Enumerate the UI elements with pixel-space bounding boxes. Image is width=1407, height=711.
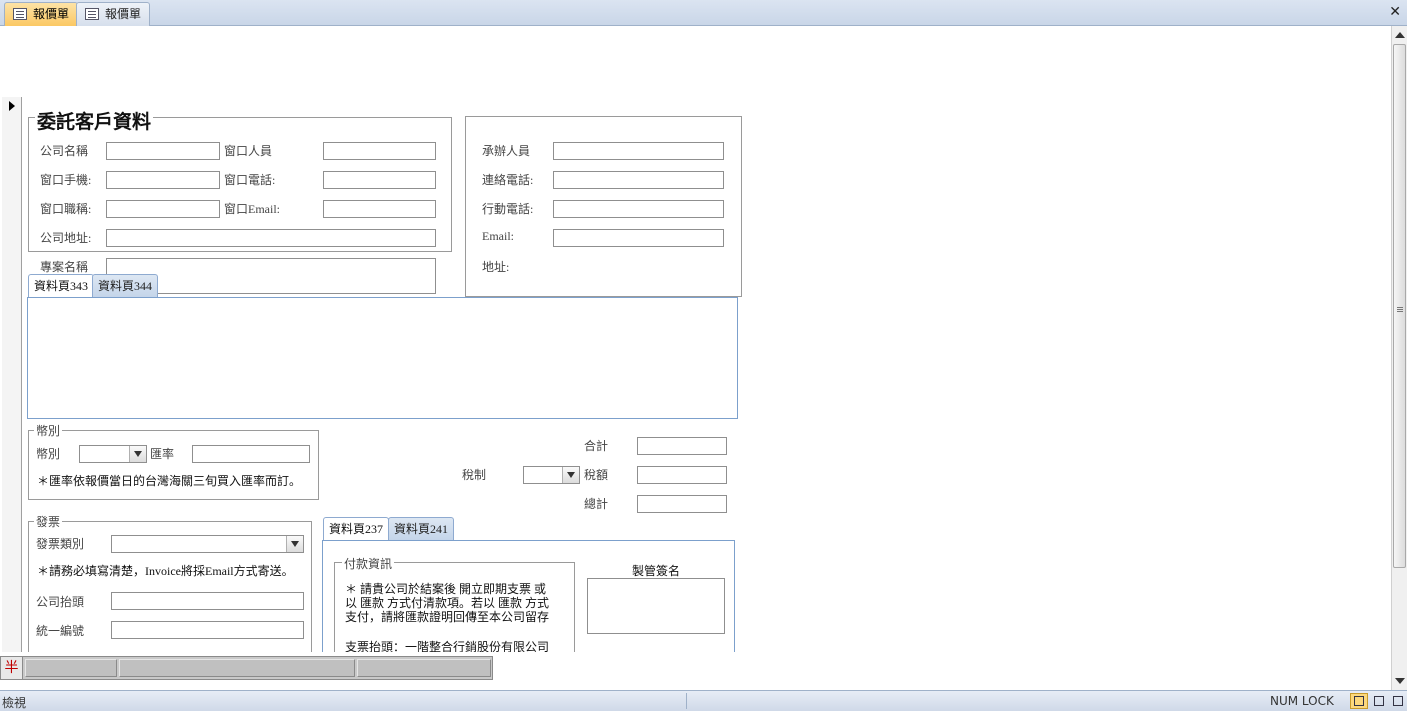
tab-page-237[interactable]: 資料頁237	[323, 517, 390, 541]
upper-tab-page	[27, 297, 738, 419]
handler-label: 承辦人員	[482, 144, 531, 158]
scroll-grip-icon	[1397, 307, 1403, 308]
handler-address-label: 地址:	[482, 260, 510, 274]
tab-page-343[interactable]: 資料頁343	[28, 274, 95, 298]
contact-person-field[interactable]	[323, 142, 436, 160]
handler-field[interactable]	[553, 142, 724, 160]
record-navigation-bar: 半	[0, 656, 493, 680]
contact-person-label: 窗口人員	[224, 144, 273, 158]
handler-phone-field[interactable]	[553, 171, 724, 189]
handler-mobile-label: 行動電話:	[482, 202, 534, 216]
signature-label: 製管簽名	[632, 564, 681, 578]
record-nav-segment[interactable]	[25, 659, 117, 677]
contact-phone-field[interactable]	[323, 171, 436, 189]
total-label: 總計	[584, 497, 609, 511]
subtotal-label: 合計	[584, 439, 609, 453]
vertical-scrollbar[interactable]	[1391, 26, 1407, 690]
form-icon	[13, 8, 27, 20]
invoice-note: ＊請務必填寫清楚，Invoice將採Email方式寄送。	[37, 564, 294, 578]
company-name-label: 公司名稱	[40, 144, 89, 158]
contact-email-field[interactable]	[323, 200, 436, 218]
tab-page-344[interactable]: 資料頁344	[92, 274, 159, 298]
company-address-label: 公司地址:	[40, 231, 92, 245]
company-name-field[interactable]	[106, 142, 220, 160]
currency-label: 幣別	[36, 447, 61, 461]
company-address-field[interactable]	[106, 229, 436, 247]
form-view-icon[interactable]	[1350, 693, 1368, 709]
invoice-header-label: 公司抬頭	[36, 595, 85, 609]
scroll-up-icon[interactable]	[1395, 32, 1405, 38]
layout-view-icon[interactable]	[1370, 693, 1388, 709]
contact-mobile-label: 窗口手機:	[40, 173, 92, 187]
subtotal-field[interactable]	[637, 437, 727, 455]
handler-email-label: Email:	[482, 229, 514, 243]
payment-note-line-1: ＊ 請貴公司於結案後 開立即期支票 或	[345, 582, 547, 596]
status-divider	[686, 693, 687, 709]
tax-label: 稅額	[584, 468, 609, 482]
status-bar: 檢視 NUM LOCK	[0, 690, 1407, 711]
tax-id-field[interactable]	[111, 621, 304, 639]
num-lock-indicator: NUM LOCK	[1270, 694, 1334, 708]
dropdown-arrow-icon[interactable]	[286, 536, 303, 552]
project-name-label: 專案名稱	[40, 260, 89, 274]
payment-note-line-2: 以 匯款 方式付清款項。若以 匯款 方式	[345, 596, 550, 610]
client-info-title: 委託客戶資料	[35, 107, 154, 134]
exchange-rate-label: 匯率	[150, 447, 175, 461]
view-mode-text: 檢視	[2, 696, 27, 710]
document-tab-quote-1[interactable]: 報價單	[4, 2, 79, 26]
document-tab-label: 報價單	[33, 7, 70, 21]
document-tab-quote-2[interactable]: 報價單	[76, 2, 151, 26]
contact-mobile-field[interactable]	[106, 171, 220, 189]
form-icon	[85, 8, 99, 20]
handler-mobile-field[interactable]	[553, 200, 724, 218]
ime-half-width-indicator[interactable]: 半	[1, 657, 23, 679]
currency-select[interactable]	[79, 445, 147, 463]
scroll-down-icon[interactable]	[1395, 678, 1405, 684]
exchange-rate-note: ＊匯率依報價當日的台灣海關三旬買入匯率而訂。	[37, 474, 302, 488]
tax-system-select[interactable]	[523, 466, 580, 484]
tab-page-241[interactable]: 資料頁241	[388, 517, 455, 541]
payment-info-title: 付款資訊	[342, 555, 395, 572]
contact-title-label: 窗口職稱:	[40, 202, 92, 216]
invoice-group-title: 發票	[34, 513, 63, 530]
record-selector-arrow-icon	[9, 101, 15, 111]
contact-email-label: 窗口Email:	[224, 202, 280, 216]
contact-phone-label: 窗口電話:	[224, 173, 276, 187]
record-selector[interactable]	[2, 97, 22, 652]
dropdown-arrow-icon[interactable]	[562, 467, 579, 483]
payment-note-line-3: 支付，請將匯款證明回傳至本公司留存	[345, 610, 550, 624]
currency-group	[28, 430, 319, 500]
tax-field[interactable]	[637, 466, 727, 484]
invoice-type-select[interactable]	[111, 535, 304, 553]
record-nav-segment[interactable]	[357, 659, 491, 677]
close-icon[interactable]: ✕	[1389, 4, 1401, 20]
total-field[interactable]	[637, 495, 727, 513]
dropdown-arrow-icon[interactable]	[129, 446, 146, 462]
scroll-thumb[interactable]	[1393, 44, 1406, 568]
invoice-header-field[interactable]	[111, 592, 304, 610]
document-tab-bar: 報價單 報價單 ✕	[0, 0, 1407, 26]
tax-system-label: 稅制	[462, 468, 487, 482]
currency-group-title: 幣別	[34, 422, 63, 439]
record-nav-segment[interactable]	[119, 659, 355, 677]
handler-email-field[interactable]	[553, 229, 724, 247]
exchange-rate-field[interactable]	[192, 445, 310, 463]
handler-phone-label: 連絡電話:	[482, 173, 534, 187]
invoice-type-label: 發票類別	[36, 537, 85, 551]
design-view-icon[interactable]	[1389, 693, 1407, 709]
signature-box[interactable]	[587, 578, 725, 634]
tax-id-label: 統一編號	[36, 624, 85, 638]
document-tab-label: 報價單	[105, 7, 142, 21]
contact-title-field[interactable]	[106, 200, 220, 218]
